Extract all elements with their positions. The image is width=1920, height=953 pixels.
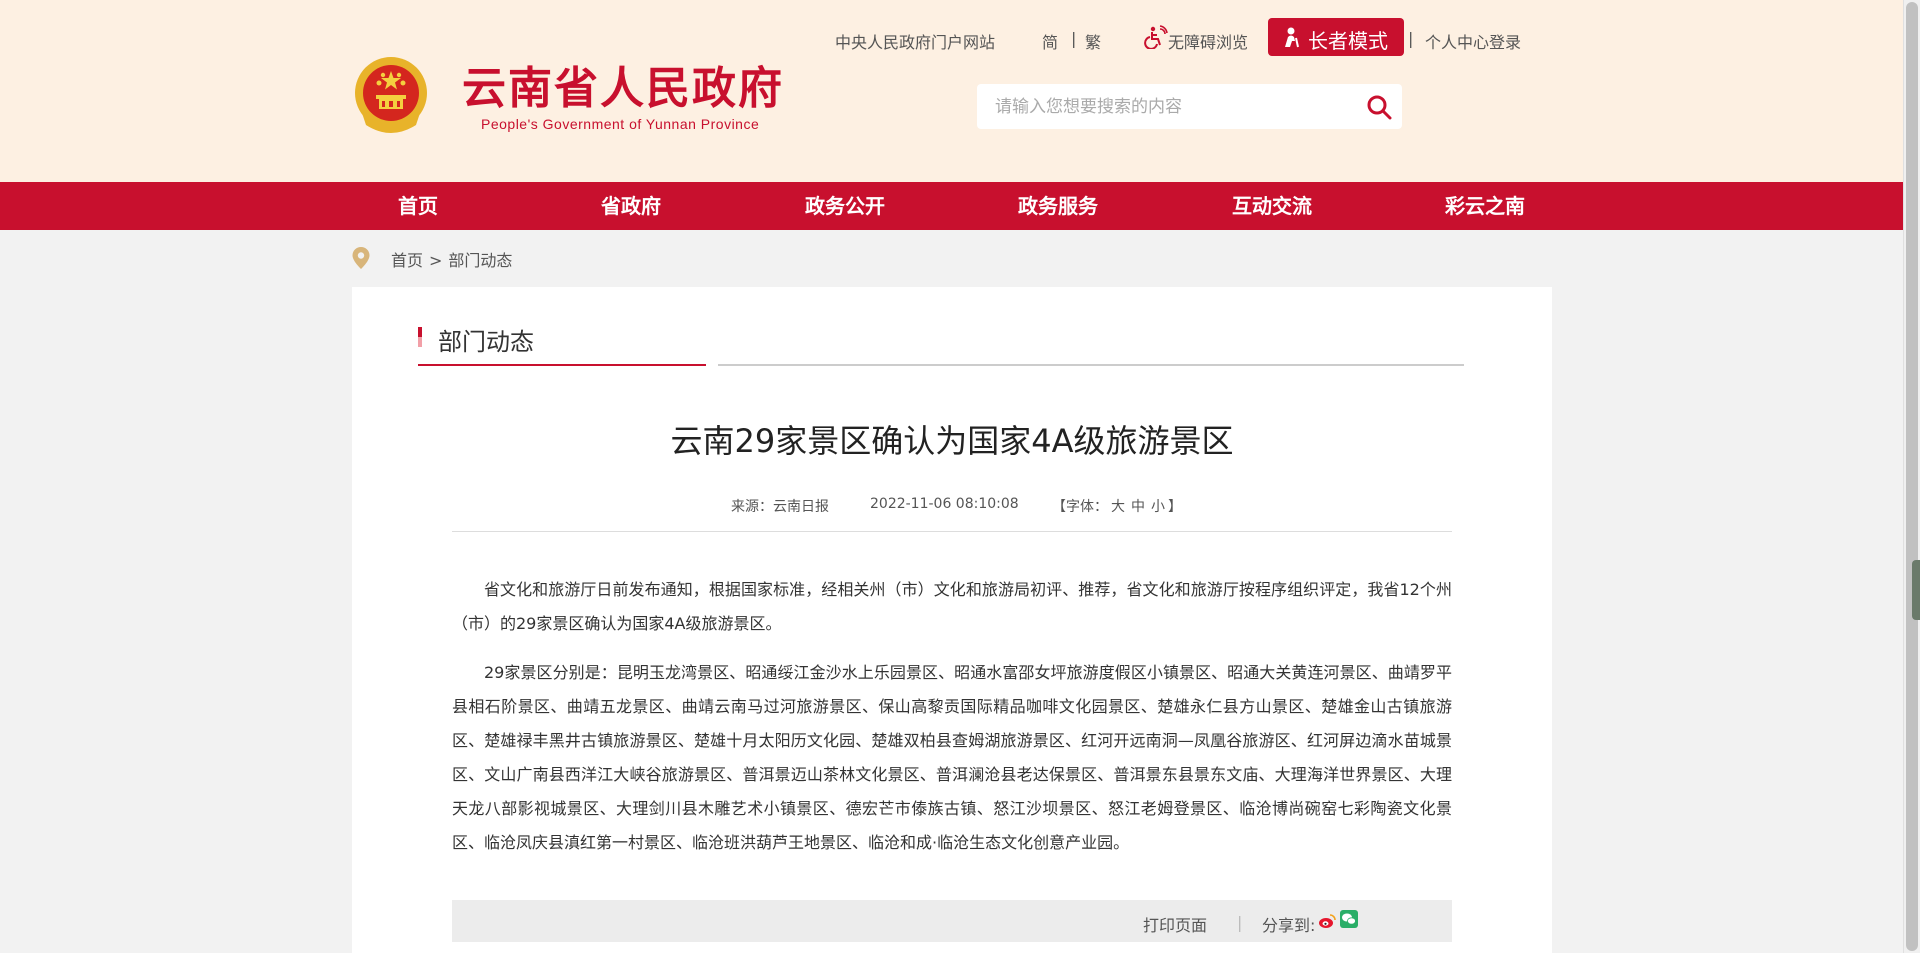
scrollbar-thumb[interactable] <box>1906 2 1918 951</box>
font-size-small-button[interactable]: 小 <box>1151 499 1165 515</box>
central-portal-link[interactable]: 中央人民政府门户网站 <box>835 29 995 53</box>
nav-item-interaction[interactable]: 互动交流 <box>1232 182 1312 230</box>
accessibility-icon[interactable] <box>1144 25 1168 49</box>
location-pin-icon <box>352 247 370 269</box>
article-paragraph: 省文化和旅游厅日前发布通知，根据国家标准，经相关州（市）文化和旅游局初评、推荐，… <box>452 580 1452 633</box>
personal-center-login-link[interactable]: 个人中心登录 <box>1425 29 1521 53</box>
search-input[interactable] <box>995 84 1355 129</box>
site-subtitle: People's Government of Yunnan Province <box>481 116 760 132</box>
share-bar: 打印页面 | 分享到: <box>452 900 1452 942</box>
print-page-button[interactable]: 打印页面 <box>1143 912 1207 936</box>
login-separator: | <box>1408 29 1414 48</box>
search-icon[interactable] <box>1366 94 1392 120</box>
search-box <box>977 84 1402 129</box>
breadcrumb: 首页 > 部门动态 <box>391 247 512 271</box>
elder-person-icon <box>1285 27 1299 48</box>
top-links-bar: 中央人民政府门户网站 简 | 繁 无障碍浏览 | 个人中心登录 <box>0 22 1903 56</box>
breadcrumb-current-link[interactable]: 部门动态 <box>448 251 512 270</box>
lang-separator: | <box>1071 29 1077 48</box>
elder-mode-button[interactable]: 长者模式 <box>1268 18 1404 56</box>
simplified-chinese-link[interactable]: 简 <box>1042 29 1058 53</box>
traditional-chinese-link[interactable]: 繁 <box>1085 29 1101 53</box>
nav-item-gov-affairs-open[interactable]: 政务公开 <box>805 182 885 230</box>
article-paragraph: 29家景区分别是：昆明玉龙湾景区、昭通绥江金沙水上乐园景区、昭通水富邵女坪旅游度… <box>452 663 1452 852</box>
article-source: 来源：云南日报 <box>731 499 829 515</box>
font-size-medium-button[interactable]: 中 <box>1131 499 1145 515</box>
nav-item-colorful-yunnan[interactable]: 彩云之南 <box>1445 182 1525 230</box>
section-title: 部门动态 <box>438 328 534 356</box>
elder-mode-label: 长者模式 <box>1308 29 1388 53</box>
section-underline <box>718 364 1464 366</box>
site-title: 云南省人民政府 <box>462 63 784 114</box>
accessibility-link[interactable]: 无障碍浏览 <box>1168 29 1248 53</box>
share-separator: | <box>1237 913 1243 932</box>
side-widget-tab[interactable] <box>1912 560 1920 620</box>
section-underline-active <box>418 364 706 366</box>
wechat-icon[interactable] <box>1340 910 1358 928</box>
font-size-suffix: 】 <box>1168 499 1182 515</box>
font-size-prefix: 【字体： <box>1052 499 1108 515</box>
nav-item-gov-services[interactable]: 政务服务 <box>1018 182 1098 230</box>
main-nav: 首页 省政府 政务公开 政务服务 互动交流 彩云之南 <box>0 182 1903 230</box>
article-date: 2022-11-06 08:10:08 <box>870 496 1019 512</box>
page-scrollbar[interactable] <box>1903 0 1920 953</box>
section-marker <box>418 327 422 347</box>
breadcrumb-separator: > <box>429 251 443 270</box>
font-size-large-button[interactable]: 大 <box>1111 499 1125 515</box>
breadcrumb-home-link[interactable]: 首页 <box>391 251 423 270</box>
share-label: 分享到: <box>1262 916 1316 935</box>
font-size-control: 【字体：大中小】 <box>1052 496 1182 516</box>
meta-divider <box>452 531 1452 532</box>
national-emblem-icon <box>355 57 427 133</box>
nav-item-provincial-gov[interactable]: 省政府 <box>601 182 661 230</box>
nav-item-home[interactable]: 首页 <box>398 182 438 230</box>
weibo-icon[interactable] <box>1318 913 1336 929</box>
article-title: 云南29家景区确认为国家4A级旅游景区 <box>670 422 1234 460</box>
